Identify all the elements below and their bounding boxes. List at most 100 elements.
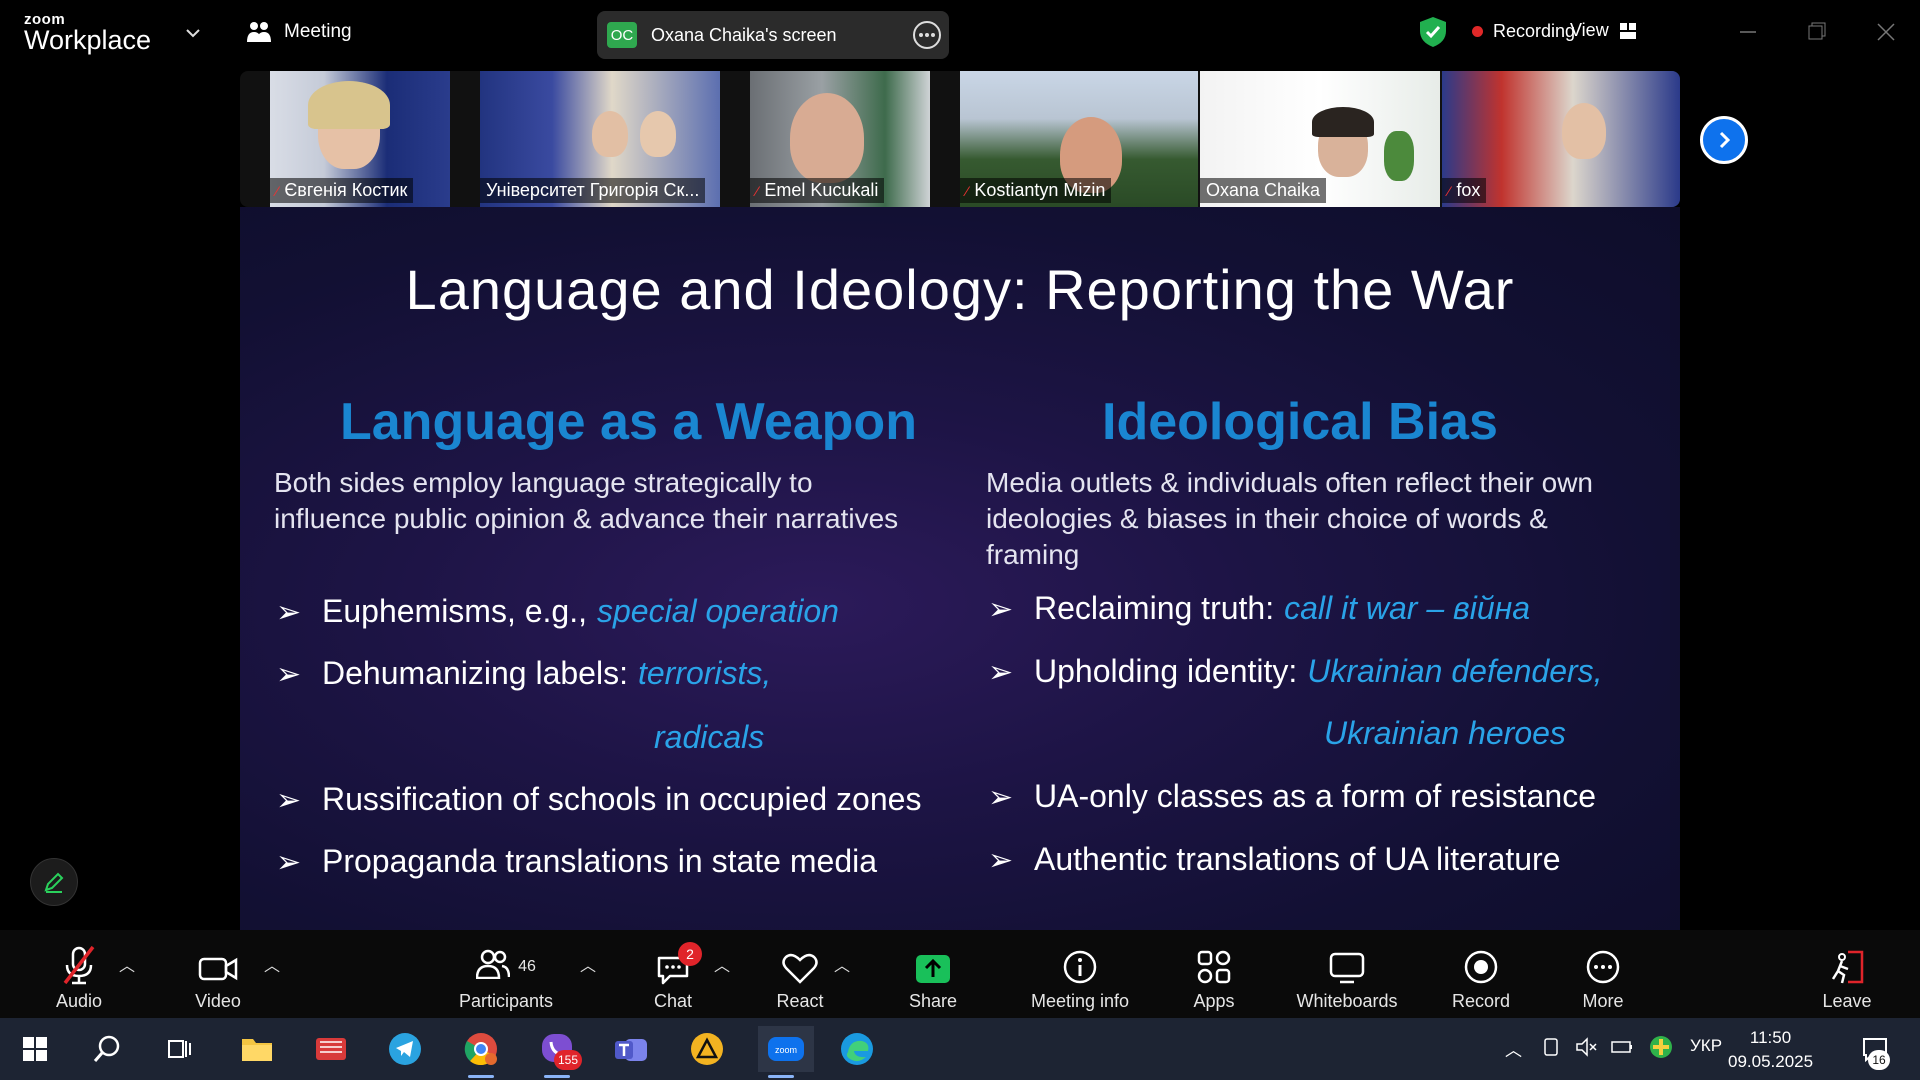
mic-muted-icon [63, 945, 95, 985]
bullet-emphasis: call it war – війна [1284, 590, 1531, 626]
bullet-text: Russification of schools in occupied zon… [322, 781, 922, 817]
task-view-icon [168, 1040, 191, 1058]
react-button[interactable]: React [770, 930, 830, 1018]
annotate-pencil-button[interactable] [30, 858, 78, 906]
bullet-text: Authentic translations of UA literature [1034, 841, 1561, 877]
view-button[interactable]: View [1570, 20, 1637, 41]
participants-options-caret[interactable]: ︿ [580, 952, 596, 976]
edge-icon [841, 1033, 873, 1065]
battery-icon[interactable] [1610, 1036, 1634, 1058]
task-view-button[interactable] [156, 1026, 202, 1072]
more-button[interactable]: More [1578, 930, 1628, 1018]
participant-name: Університет Григорія Ск... [486, 180, 700, 200]
vpn-app-button[interactable] [684, 1026, 730, 1072]
right-column-heading: Ideological Bias [1102, 393, 1498, 451]
audio-options-caret[interactable]: ︿ [119, 952, 135, 976]
teams-icon [615, 1039, 647, 1061]
keyboard-language[interactable]: УКР [1690, 1036, 1722, 1056]
meeting-info-button[interactable]: Meeting info [1024, 930, 1136, 1018]
video-options-caret[interactable]: ︿ [264, 952, 280, 976]
react-options-caret[interactable]: ︿ [834, 952, 850, 976]
antivirus-icon[interactable] [1648, 1034, 1674, 1060]
logo-bottom-text: Workplace [24, 25, 152, 55]
record-dot-icon [1472, 26, 1483, 37]
bullet-text: Upholding identity: [1034, 653, 1298, 689]
teams-button[interactable] [608, 1026, 654, 1072]
system-clock[interactable]: 11:50 09.05.2025 [1728, 1026, 1813, 1074]
participant-name: Emel Kucukali [764, 180, 879, 200]
video-label: Video [195, 991, 241, 1011]
mic-muted-icon: ⁄ [276, 182, 279, 199]
chat-options-caret[interactable]: ︿ [714, 952, 730, 976]
share-button[interactable]: Share [906, 930, 960, 1018]
bullet-emphasis: Ukrainian defenders, [1307, 653, 1603, 689]
bullet-emphasis: special operation [597, 593, 839, 629]
file-explorer-button[interactable] [234, 1026, 280, 1072]
arrow-bullet-icon: ➢ [276, 784, 302, 817]
edge-button[interactable] [834, 1026, 880, 1072]
share-screen-pill[interactable]: OC Oxana Chaika's screen [597, 11, 949, 59]
zoom-taskbar-button[interactable]: zoom [758, 1026, 814, 1078]
participant-name-tag: Oxana Chaika [1200, 178, 1327, 203]
arrow-bullet-icon: ➢ [276, 596, 302, 629]
record-button[interactable]: Record [1448, 930, 1514, 1018]
video-button[interactable]: Video [183, 930, 253, 1018]
close-icon[interactable] [1866, 14, 1906, 50]
whiteboards-label: Whiteboards [1296, 991, 1398, 1011]
participant-tile[interactable]: Університет Григорія Ск... [480, 71, 720, 207]
audio-button[interactable]: Audio [44, 930, 114, 1018]
apps-icon [1197, 950, 1231, 984]
apps-button[interactable]: Apps [1190, 930, 1238, 1018]
telegram-button[interactable] [382, 1026, 428, 1072]
whiteboards-button[interactable]: Whiteboards [1292, 930, 1402, 1018]
right-bullet: ➢ Authentic translations of UA literature [988, 841, 1561, 878]
meeting-menu-button[interactable]: Meeting [246, 20, 352, 44]
search-button[interactable] [84, 1026, 130, 1072]
minimize-icon[interactable] [1728, 14, 1768, 50]
restore-icon[interactable] [1796, 14, 1836, 50]
bullet-emphasis-continuation: radicals [654, 719, 765, 755]
next-page-button[interactable] [1700, 116, 1748, 164]
screen-owner-avatar: OC [607, 22, 637, 48]
participant-tile-active-speaker[interactable]: Oxana Chaika [1200, 71, 1440, 207]
slide-title: Language and Ideology: Reporting the War [405, 258, 1515, 321]
apps-label: Apps [1193, 991, 1235, 1011]
meeting-info-label: Meeting info [1030, 991, 1130, 1011]
warning-triangle-icon [691, 1033, 723, 1065]
shared-screen-slide: Language and Ideology: Reporting the War… [240, 207, 1680, 930]
bullet-text: UA-only classes as a form of resistance [1034, 778, 1596, 814]
grid-icon [1619, 22, 1636, 39]
participant-hair [308, 81, 390, 129]
participant-tile[interactable]: ⁄ fox [1442, 71, 1680, 207]
recording-indicator[interactable]: Recording [1472, 21, 1575, 42]
device-icon[interactable] [1540, 1036, 1562, 1058]
search-icon [93, 1035, 120, 1062]
speaker-muted-icon[interactable] [1574, 1036, 1598, 1058]
leave-button[interactable]: Leave [1822, 930, 1872, 1018]
pencil-icon [44, 872, 64, 893]
zoom-app-icon: zoom [768, 1037, 804, 1061]
right-bullet: ➢ Upholding identity: Ukrainian defenders, [988, 653, 1603, 690]
left-bullet: ➢ Dehumanizing labels: terrorists, [276, 655, 771, 692]
start-button[interactable] [12, 1026, 58, 1072]
record-label: Record [1451, 991, 1511, 1011]
bullet-text: Dehumanizing labels: [322, 655, 628, 691]
participant-tile[interactable]: ⁄ Євгенія Костик [270, 71, 450, 207]
video-camera-icon [198, 957, 238, 981]
participant-face [640, 111, 676, 157]
participant-name: Kostiantyn Mizin [974, 180, 1106, 200]
participants-button[interactable]: 46 Participants [456, 930, 556, 1018]
share-label: Share [908, 991, 958, 1011]
participant-name-tag: ⁄ Kostiantyn Mizin [960, 178, 1112, 203]
chevron-down-icon[interactable] [182, 22, 204, 44]
more-options-icon[interactable] [913, 21, 941, 49]
shield-check-icon[interactable] [1418, 16, 1448, 48]
participants-count: 46 [518, 958, 536, 975]
tray-chevron-up-icon[interactable]: ︿ [1505, 1036, 1522, 1061]
reader-app-button[interactable] [308, 1026, 354, 1072]
participant-tile[interactable]: ⁄ Emel Kucukali [750, 71, 930, 207]
left-bullet: ➢ Propaganda translations in state media [276, 843, 877, 880]
whiteboard-icon [1329, 952, 1365, 984]
participant-tile[interactable]: ⁄ Kostiantyn Mizin [960, 71, 1198, 207]
chrome-button[interactable] [458, 1026, 504, 1078]
